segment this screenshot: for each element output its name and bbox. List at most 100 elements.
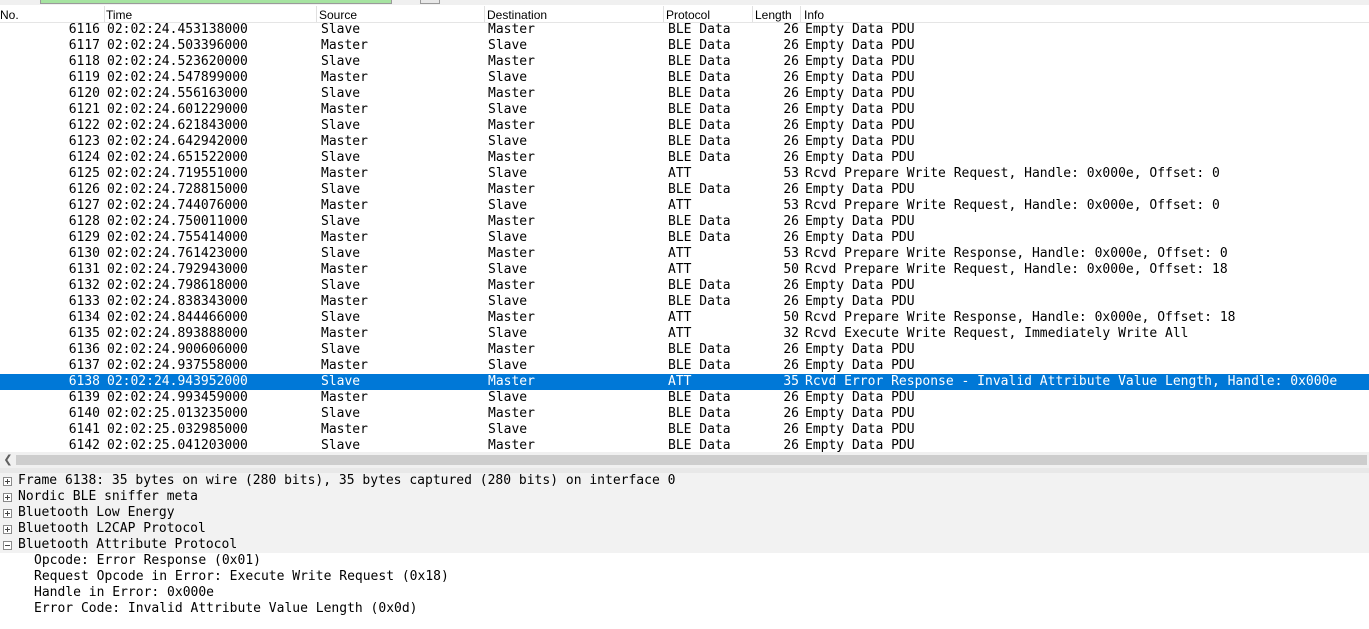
packet-info: Empty Data PDU bbox=[805, 438, 915, 452]
packet-info: Empty Data PDU bbox=[805, 390, 915, 405]
column-header-time[interactable]: Time bbox=[106, 8, 132, 22]
tree-label: Bluetooth Low Energy bbox=[18, 505, 175, 520]
packet-row[interactable]: 6125 02:02:24.719551000 Master Slave ATT 53 Rc… bbox=[0, 166, 1369, 182]
packet-source: Slave bbox=[321, 86, 361, 101]
packet-row[interactable]: 6118 02:02:24.523620000 Slave Master BLE Dat… bbox=[0, 54, 1369, 70]
tree-protocol-node[interactable]: Bluetooth Attribute Protocol bbox=[0, 537, 1369, 553]
column-separator[interactable] bbox=[663, 6, 664, 22]
packet-protocol: BLE Data bbox=[668, 438, 731, 452]
column-header-info[interactable]: Info bbox=[804, 8, 824, 22]
packet-row[interactable]: 6134 02:02:24.844466000 Slave Master ATT 50 Rc… bbox=[0, 310, 1369, 326]
expand-plus-icon[interactable] bbox=[3, 525, 12, 534]
packet-row[interactable]: 6141 02:02:25.032985000 Master Slave BLE Dat… bbox=[0, 422, 1369, 438]
packet-row[interactable]: 6132 02:02:24.798618000 Slave Master BLE Dat… bbox=[0, 278, 1369, 294]
packet-list[interactable]: 6116 02:02:24.453138000 Slave Master BLE Dat… bbox=[0, 22, 1369, 452]
packet-time: 02:02:24.719551000 bbox=[107, 166, 248, 181]
packet-row[interactable]: 6126 02:02:24.728815000 Slave Master BLE Dat… bbox=[0, 182, 1369, 198]
packet-row[interactable]: 6119 02:02:24.547899000 Master Slave BLE Dat… bbox=[0, 70, 1369, 86]
column-header-destination[interactable]: Destination bbox=[487, 8, 547, 22]
column-header-length[interactable]: Length bbox=[755, 8, 792, 22]
packet-row[interactable]: 6124 02:02:24.651522000 Slave Master BLE Dat… bbox=[0, 150, 1369, 166]
packet-row[interactable]: 6133 02:02:24.838343000 Master Slave BLE Dat… bbox=[0, 294, 1369, 310]
packet-row[interactable]: 6142 02:02:25.041203000 Slave Master BLE Dat… bbox=[0, 438, 1369, 452]
column-header-source[interactable]: Source bbox=[319, 8, 357, 22]
packet-row[interactable]: 6136 02:02:24.900606000 Slave Master BLE Dat… bbox=[0, 342, 1369, 358]
packet-protocol: ATT bbox=[668, 166, 692, 181]
packet-row[interactable]: 6117 02:02:24.503396000 Master Slave BLE Dat… bbox=[0, 38, 1369, 54]
collapse-minus-icon[interactable] bbox=[3, 541, 12, 550]
packet-length: 26 bbox=[783, 214, 799, 229]
packet-row[interactable]: 6121 02:02:24.601229000 Master Slave BLE Dat… bbox=[0, 102, 1369, 118]
packet-row[interactable]: 6140 02:02:25.013235000 Slave Master BLE Dat… bbox=[0, 406, 1369, 422]
filter-apply-button[interactable] bbox=[420, 0, 440, 4]
packet-row[interactable]: 6129 02:02:24.755414000 Master Slave BLE Dat… bbox=[0, 230, 1369, 246]
packet-length: 26 bbox=[783, 294, 799, 309]
packet-row[interactable]: 6131 02:02:24.792943000 Master Slave ATT 50 Rc… bbox=[0, 262, 1369, 278]
packet-length: 26 bbox=[783, 438, 799, 452]
tree-field[interactable]: Handle in Error: 0x000e bbox=[0, 585, 1369, 601]
packet-source: Slave bbox=[321, 438, 361, 452]
packet-number: 6130 bbox=[68, 246, 100, 261]
packet-info: Empty Data PDU bbox=[805, 54, 915, 69]
packet-time: 02:02:24.993459000 bbox=[107, 390, 248, 405]
packet-time: 02:02:24.503396000 bbox=[107, 38, 248, 53]
packet-row[interactable]: 6127 02:02:24.744076000 Master Slave ATT 53 Rc… bbox=[0, 198, 1369, 214]
packet-info: Empty Data PDU bbox=[805, 118, 915, 133]
tree-protocol-node[interactable]: Bluetooth Low Energy bbox=[0, 505, 1369, 521]
packet-row[interactable]: 6116 02:02:24.453138000 Slave Master BLE Dat… bbox=[0, 22, 1369, 38]
expand-plus-icon[interactable] bbox=[3, 477, 12, 486]
packet-destination: Master bbox=[488, 278, 535, 293]
packet-protocol: ATT bbox=[668, 262, 692, 277]
packet-protocol: BLE Data bbox=[668, 214, 731, 229]
packet-row[interactable]: 6137 02:02:24.937558000 Master Slave BLE Dat… bbox=[0, 358, 1369, 374]
packet-row[interactable]: 6139 02:02:24.993459000 Master Slave BLE Dat… bbox=[0, 390, 1369, 406]
display-filter-input[interactable] bbox=[40, 0, 392, 4]
expand-plus-icon[interactable] bbox=[3, 509, 12, 518]
packet-length: 26 bbox=[783, 422, 799, 437]
packet-time: 02:02:24.621843000 bbox=[107, 118, 248, 133]
column-header-no[interactable]: No. bbox=[0, 8, 19, 22]
display-filter-toolbar bbox=[0, 0, 1369, 5]
packet-row[interactable]: 6123 02:02:24.642942000 Master Slave BLE Dat… bbox=[0, 134, 1369, 150]
horizontal-scrollbar[interactable]: ❮ bbox=[0, 452, 1369, 468]
packet-number: 6141 bbox=[68, 422, 100, 437]
tree-field[interactable]: Error Code: Invalid Attribute Value Leng… bbox=[0, 601, 1369, 617]
tree-label: Bluetooth L2CAP Protocol bbox=[18, 521, 206, 536]
column-separator[interactable] bbox=[316, 6, 317, 22]
tree-protocol-node[interactable]: Nordic BLE sniffer meta bbox=[0, 489, 1369, 505]
tree-field[interactable]: Request Opcode in Error: Execute Write R… bbox=[0, 569, 1369, 585]
packet-destination: Slave bbox=[488, 166, 528, 181]
packet-number: 6131 bbox=[68, 262, 100, 277]
packet-length: 26 bbox=[783, 278, 799, 293]
packet-time: 02:02:25.013235000 bbox=[107, 406, 248, 421]
chevron-left-icon[interactable]: ❮ bbox=[2, 452, 14, 468]
packet-row-selected[interactable]: 6138 02:02:24.943952000 Slave Master ATT 35 Rc… bbox=[0, 374, 1369, 390]
tree-field[interactable]: Opcode: Error Response (0x01) bbox=[0, 553, 1369, 569]
packet-protocol: BLE Data bbox=[668, 38, 731, 53]
column-header-protocol[interactable]: Protocol bbox=[666, 8, 710, 22]
column-separator[interactable] bbox=[800, 6, 801, 22]
column-separator[interactable] bbox=[752, 6, 753, 22]
packet-number: 6118 bbox=[68, 54, 100, 69]
packet-destination: Slave bbox=[488, 390, 528, 405]
packet-number: 6127 bbox=[68, 198, 100, 213]
expand-plus-icon[interactable] bbox=[3, 493, 12, 502]
packet-number: 6117 bbox=[68, 38, 100, 53]
tree-protocol-node[interactable]: Frame 6138: 35 bytes on wire (280 bits),… bbox=[0, 473, 1369, 489]
packet-row[interactable]: 6122 02:02:24.621843000 Slave Master BLE Dat… bbox=[0, 118, 1369, 134]
column-separator[interactable] bbox=[484, 6, 485, 22]
packet-time: 02:02:24.750011000 bbox=[107, 214, 248, 229]
packet-protocol: BLE Data bbox=[668, 422, 731, 437]
scrollbar-thumb[interactable] bbox=[16, 455, 1367, 465]
column-separator[interactable] bbox=[104, 6, 105, 22]
packet-number: 6142 bbox=[68, 438, 100, 452]
packet-row[interactable]: 6130 02:02:24.761423000 Slave Master ATT 53 Rc… bbox=[0, 246, 1369, 262]
packet-destination: Master bbox=[488, 214, 535, 229]
packet-row[interactable]: 6120 02:02:24.556163000 Slave Master BLE Dat… bbox=[0, 86, 1369, 102]
packet-row[interactable]: 6128 02:02:24.750011000 Slave Master BLE Dat… bbox=[0, 214, 1369, 230]
packet-destination: Master bbox=[488, 246, 535, 261]
tree-protocol-node[interactable]: Bluetooth L2CAP Protocol bbox=[0, 521, 1369, 537]
packet-length: 50 bbox=[783, 310, 799, 325]
packet-row[interactable]: 6135 02:02:24.893888000 Master Slave ATT 32 Rc… bbox=[0, 326, 1369, 342]
packet-number: 6137 bbox=[68, 358, 100, 373]
